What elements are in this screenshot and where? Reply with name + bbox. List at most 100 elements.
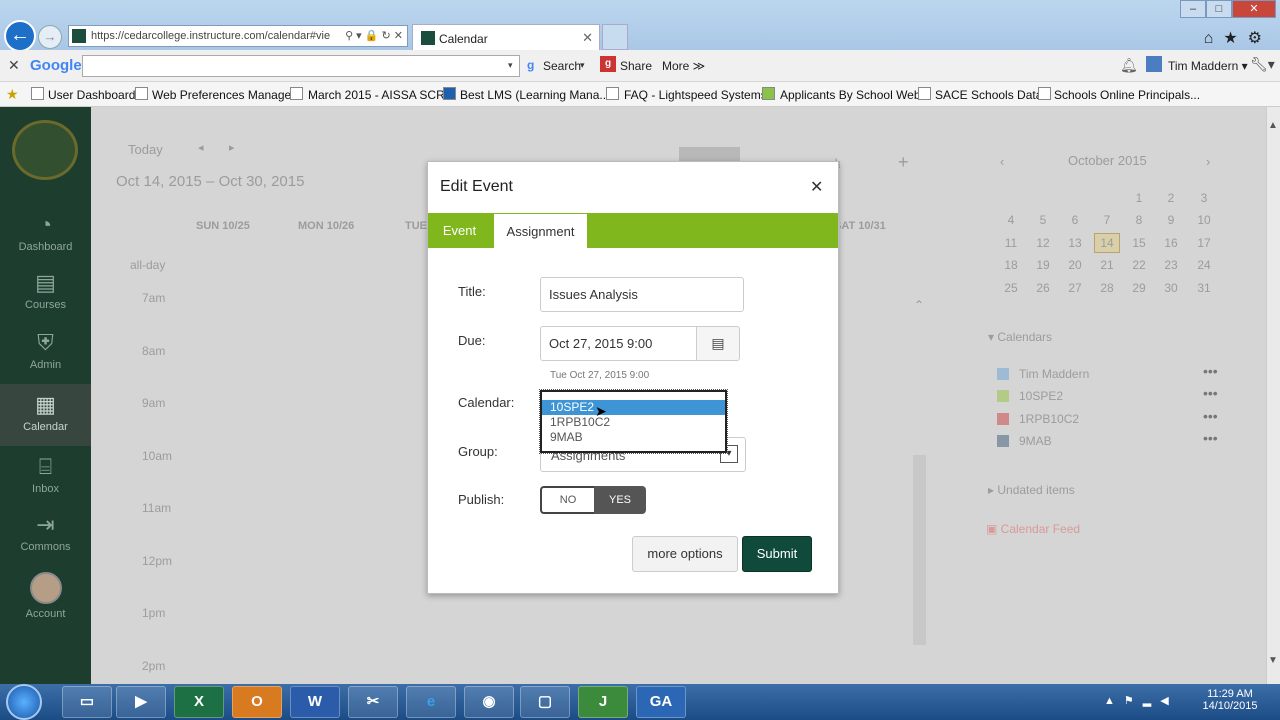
mini-calendar-day[interactable]: 19 [1033, 258, 1053, 272]
nav-courses[interactable]: ▤ Courses [0, 270, 91, 311]
excel-icon[interactable]: X [174, 686, 224, 718]
title-input[interactable] [540, 277, 744, 312]
google-search-input[interactable] [82, 55, 520, 77]
mini-calendar-day[interactable]: 11 [1001, 236, 1021, 250]
forward-button[interactable]: → [38, 25, 62, 49]
chrome-icon[interactable]: ◉ [464, 686, 514, 718]
mini-calendar-day[interactable]: 20 [1065, 258, 1085, 272]
mini-calendar-day[interactable]: 10 [1194, 213, 1214, 227]
mini-prev-icon[interactable]: ‹ [1000, 154, 1004, 169]
calendar-options-icon[interactable]: ••• [1203, 363, 1218, 379]
today-button[interactable]: Today [128, 142, 163, 157]
toolbar-close-icon[interactable]: ✕ [8, 57, 20, 74]
browser-tab-calendar[interactable]: Calendar ✕ [412, 24, 600, 50]
undated-toggle[interactable]: ▸ Undated items [988, 483, 1075, 497]
new-tab-button[interactable] [602, 24, 628, 50]
calendar-option[interactable]: 9MAB [542, 430, 725, 445]
google-user-menu[interactable]: Tim Maddern ▾ [1168, 59, 1248, 73]
mini-calendar-day[interactable]: 22 [1129, 258, 1149, 272]
snipping-tool-icon[interactable]: ✂ [348, 686, 398, 718]
nav-dashboard[interactable]: ◔ Dashboard [0, 212, 91, 253]
outlook-icon[interactable]: O [232, 686, 282, 718]
calendar-color-swatch[interactable] [997, 435, 1009, 447]
nav-commons[interactable]: ⇥ Commons [0, 512, 91, 553]
tab-assignment[interactable]: Assignment [493, 213, 588, 248]
nav-inbox[interactable]: ⌸ Inbox [0, 454, 91, 495]
mini-calendar-day[interactable]: 18 [1001, 258, 1021, 272]
tab-close-icon[interactable]: ✕ [582, 30, 593, 46]
mini-calendar-day[interactable]: 6 [1065, 213, 1085, 227]
back-button[interactable]: ← [4, 20, 36, 52]
calendar-dropdown-list[interactable]: 10SPE2 1RPB10C2 9MAB [539, 389, 728, 454]
calendar-feed-link[interactable]: ▣ Calendar Feed [986, 522, 1080, 536]
calendar-option-selected[interactable]: 10SPE2 [542, 400, 725, 415]
mini-calendar-day[interactable]: 23 [1161, 258, 1181, 272]
collapse-icon[interactable]: ⌃ [914, 298, 924, 312]
mini-calendar-day[interactable]: 25 [1001, 281, 1021, 295]
mini-next-icon[interactable]: › [1206, 154, 1210, 169]
more-button[interactable]: More ≫ [662, 59, 705, 73]
favorite-link[interactable]: FAQ - Lightspeed Systems [624, 88, 767, 102]
start-button[interactable] [6, 684, 42, 720]
mini-calendar-day[interactable]: 29 [1129, 281, 1149, 295]
calendar-options-icon[interactable]: ••• [1203, 408, 1218, 424]
college-logo[interactable] [12, 120, 78, 180]
system-tray-icons[interactable]: ▲⚑▂◀ [1104, 694, 1178, 707]
mini-calendar-day[interactable]: 27 [1065, 281, 1085, 295]
mini-calendar-day[interactable]: 15 [1129, 236, 1149, 250]
calendar-color-swatch[interactable] [997, 390, 1009, 402]
calendar-options-icon[interactable]: ••• [1203, 430, 1218, 446]
internet-explorer-icon[interactable]: e [406, 686, 456, 718]
address-actions-icon[interactable]: ⚲ ▾ 🔒 ↻ ✕ [345, 29, 403, 42]
next-arrow-icon[interactable]: ▸ [229, 141, 235, 154]
mini-calendar-day[interactable]: 3 [1194, 191, 1214, 205]
search-dropdown-icon[interactable]: ▾ [508, 60, 513, 71]
nav-calendar[interactable]: ▦ Calendar [0, 384, 91, 446]
mini-calendar-day[interactable]: 24 [1194, 258, 1214, 272]
tab-event[interactable]: Event [428, 213, 491, 248]
calendar-scrollbar[interactable] [913, 455, 926, 645]
favorite-link[interactable]: Applicants By School Web [780, 88, 921, 102]
favorites-star-icon[interactable]: ★ [1223, 30, 1247, 47]
mini-calendar-day[interactable]: 16 [1161, 236, 1181, 250]
avatar[interactable] [30, 572, 62, 604]
search-button[interactable]: Search [543, 59, 581, 73]
ga-app-icon[interactable]: GA [636, 686, 686, 718]
add-event-icon[interactable]: + [898, 152, 909, 173]
due-date-input[interactable] [540, 326, 697, 361]
favorite-link[interactable]: User Dashboard [48, 88, 135, 102]
calendar-color-swatch[interactable] [997, 368, 1009, 380]
mini-calendar-day[interactable]: 14 [1097, 236, 1117, 250]
mini-calendar-day[interactable]: 7 [1097, 213, 1117, 227]
mini-calendar-day[interactable]: 2 [1161, 191, 1181, 205]
calendar-option[interactable]: 1RPB10C2 [542, 415, 725, 430]
word-icon[interactable]: W [290, 686, 340, 718]
maximize-icon[interactable]: □ [1206, 0, 1232, 18]
system-clock[interactable]: 11:29 AM 14/10/2015 [1200, 688, 1260, 712]
favorite-link[interactable]: Schools Online Principals... [1054, 88, 1200, 102]
bell-icon[interactable]: 🔔︎ [1120, 57, 1138, 74]
mini-calendar-day[interactable]: 12 [1033, 236, 1053, 250]
search-chevron-icon[interactable]: ▾ [580, 60, 585, 71]
mini-calendar-day[interactable]: 1 [1129, 191, 1149, 205]
mini-calendar-day[interactable]: 17 [1194, 236, 1214, 250]
share-button[interactable]: Share [620, 59, 652, 73]
mini-calendar-day[interactable]: 21 [1097, 258, 1117, 272]
mini-calendar-day[interactable]: 28 [1097, 281, 1117, 295]
mini-calendar-day[interactable]: 31 [1194, 281, 1214, 295]
prev-arrow-icon[interactable]: ◂ [198, 141, 204, 154]
mini-calendar-day[interactable]: 30 [1161, 281, 1181, 295]
jing-icon[interactable]: J [578, 686, 628, 718]
mini-calendar-day[interactable]: 26 [1033, 281, 1053, 295]
scroll-up-icon[interactable]: ▲ [1266, 120, 1280, 134]
favorite-link[interactable]: Web Preferences Manager [152, 88, 295, 102]
home-icon[interactable]: ⌂ [1204, 30, 1224, 47]
favorite-link[interactable]: SACE Schools Data [935, 88, 1042, 102]
mini-calendar-day[interactable]: 8 [1129, 213, 1149, 227]
calendar-list-item[interactable]: 9MAB [1019, 434, 1052, 448]
calendar-list-item[interactable]: 1RPB10C2 [1019, 412, 1079, 426]
calendar-list-item[interactable]: 10SPE2 [1019, 389, 1063, 403]
mini-calendar-day[interactable]: 4 [1001, 213, 1021, 227]
close-window-icon[interactable]: ✕ [1232, 0, 1276, 18]
calendar-color-swatch[interactable] [997, 413, 1009, 425]
